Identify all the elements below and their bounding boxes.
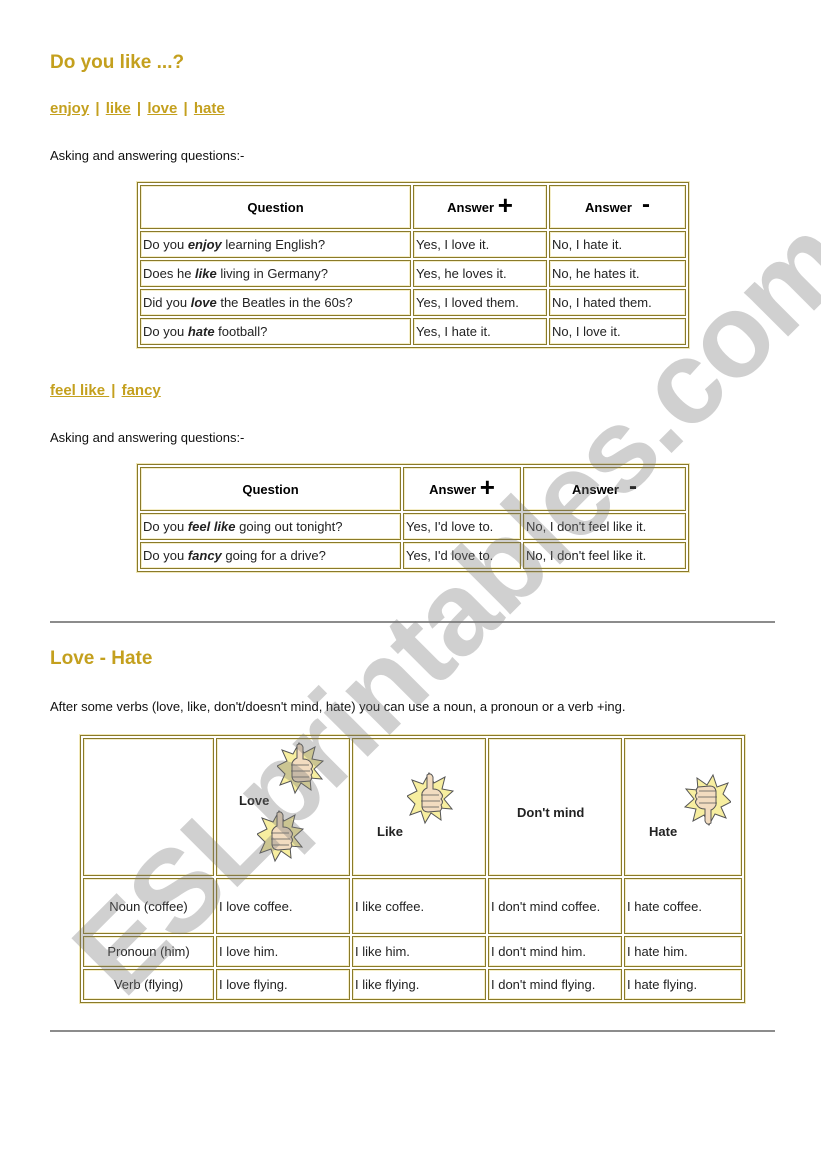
- answer-positive-cell: Yes, I loved them.: [413, 289, 547, 316]
- question-cell: Do you fancy going for a drive?: [140, 542, 401, 569]
- table-row: Do you enjoy learning English? Yes, I lo…: [140, 231, 686, 258]
- table-row: Do you fancy going for a drive? Yes, I'd…: [140, 542, 686, 569]
- intro-text-2: Asking and answering questions:-: [50, 430, 245, 445]
- answer-negative-cell: No, I hate it.: [549, 231, 686, 258]
- row-header: Pronoun (him): [83, 936, 214, 967]
- column-label: Love: [239, 793, 270, 808]
- verb-links-2: feel like | fancy: [50, 382, 161, 399]
- thumbs-down-icon: [684, 774, 731, 826]
- link-separator: |: [179, 100, 192, 117]
- question-cell: Do you feel like going out tonight?: [140, 513, 401, 540]
- row-header: Verb (flying): [83, 969, 214, 1000]
- answer-negative-cell: No, I don't feel like it.: [523, 542, 686, 569]
- header-answer-positive: Answer +: [413, 185, 547, 229]
- column-label: Don't mind: [517, 805, 585, 820]
- answer-positive-cell: Yes, I love it.: [413, 231, 547, 258]
- table-row: Verb (flying) I love flying. I like flyi…: [83, 969, 742, 1000]
- answer-negative-cell: No, I love it.: [549, 318, 686, 345]
- column-header-dont-mind: Don't mind: [488, 738, 622, 876]
- minus-icon: -: [641, 190, 650, 218]
- plus-icon: +: [497, 189, 513, 220]
- column-header-like: Like: [352, 738, 486, 876]
- link-love[interactable]: love: [147, 100, 177, 117]
- header-answer-positive: Answer +: [403, 467, 521, 511]
- example-cell: I don't mind him.: [488, 936, 622, 967]
- table-row: Do you hate football? Yes, I hate it. No…: [140, 318, 686, 345]
- example-cell: I love coffee.: [216, 878, 350, 934]
- example-cell: I love him.: [216, 936, 350, 967]
- example-cell: I like him.: [352, 936, 486, 967]
- answer-positive-cell: Yes, I hate it.: [413, 318, 547, 345]
- answer-negative-cell: No, I don't feel like it.: [523, 513, 686, 540]
- example-cell: I don't mind flying.: [488, 969, 622, 1000]
- link-separator: |: [91, 100, 104, 117]
- question-cell: Do you enjoy learning English?: [140, 231, 411, 258]
- section-title-love-hate: Love - Hate: [50, 648, 153, 669]
- thumbs-up-icon: [407, 772, 454, 824]
- column-header-love: Love: [216, 738, 350, 876]
- questions-table-1: Question Answer + Answer - Do you enjoy l…: [137, 182, 689, 348]
- table-row: Did you love the Beatles in the 60s? Yes…: [140, 289, 686, 316]
- example-cell: I hate flying.: [624, 969, 742, 1000]
- intro-text-1: Asking and answering questions:-: [50, 148, 245, 163]
- column-label: Like: [377, 824, 404, 839]
- intro-text-3: After some verbs (love, like, don't/does…: [50, 699, 626, 714]
- example-cell: I like coffee.: [352, 878, 486, 934]
- link-like[interactable]: like: [106, 100, 131, 117]
- column-label: Hate: [649, 824, 678, 839]
- love-hate-table: Love Like Don't mind Hate Noun (coffee) …: [80, 735, 745, 1003]
- link-hate[interactable]: hate: [194, 100, 225, 117]
- link-feel-like[interactable]: feel like: [50, 382, 109, 399]
- divider: [50, 621, 775, 623]
- table-row: Pronoun (him) I love him. I like him. I …: [83, 936, 742, 967]
- divider: [50, 1030, 775, 1032]
- header-question: Question: [140, 185, 411, 229]
- question-cell: Do you hate football?: [140, 318, 411, 345]
- example-cell: I hate coffee.: [624, 878, 742, 934]
- verb-links-1: enjoy | like | love | hate: [50, 100, 225, 117]
- row-header: Noun (coffee): [83, 878, 214, 934]
- example-cell: I love flying.: [216, 969, 350, 1000]
- answer-positive-cell: Yes, he loves it.: [413, 260, 547, 287]
- link-separator: |: [132, 100, 146, 117]
- link-separator: |: [111, 382, 120, 399]
- example-cell: I don't mind coffee.: [488, 878, 622, 934]
- table-row: Do you feel like going out tonight? Yes,…: [140, 513, 686, 540]
- table-row: Does he like living in Germany? Yes, he …: [140, 260, 686, 287]
- example-cell: I like flying.: [352, 969, 486, 1000]
- example-cell: I hate him.: [624, 936, 742, 967]
- thumbs-up-icon: [257, 810, 304, 862]
- question-cell: Does he like living in Germany?: [140, 260, 411, 287]
- answer-negative-cell: No, I hated them.: [549, 289, 686, 316]
- answer-negative-cell: No, he hates it.: [549, 260, 686, 287]
- plus-icon: +: [479, 471, 495, 502]
- header-answer-negative: Answer -: [549, 185, 686, 229]
- link-fancy[interactable]: fancy: [122, 382, 161, 399]
- answer-positive-cell: Yes, I'd love to.: [403, 513, 521, 540]
- header-question: Question: [140, 467, 401, 511]
- questions-table-2: Question Answer + Answer - Do you feel li…: [137, 464, 689, 572]
- question-cell: Did you love the Beatles in the 60s?: [140, 289, 411, 316]
- link-enjoy[interactable]: enjoy: [50, 100, 89, 117]
- corner-cell: [83, 738, 214, 876]
- page-title: Do you like ...?: [50, 52, 185, 73]
- table-row: Noun (coffee) I love coffee. I like coff…: [83, 878, 742, 934]
- answer-positive-cell: Yes, I'd love to.: [403, 542, 521, 569]
- header-answer-negative: Answer -: [523, 467, 686, 511]
- minus-icon: -: [628, 472, 637, 500]
- column-header-hate: Hate: [624, 738, 742, 876]
- thumbs-up-icon: [277, 742, 324, 794]
